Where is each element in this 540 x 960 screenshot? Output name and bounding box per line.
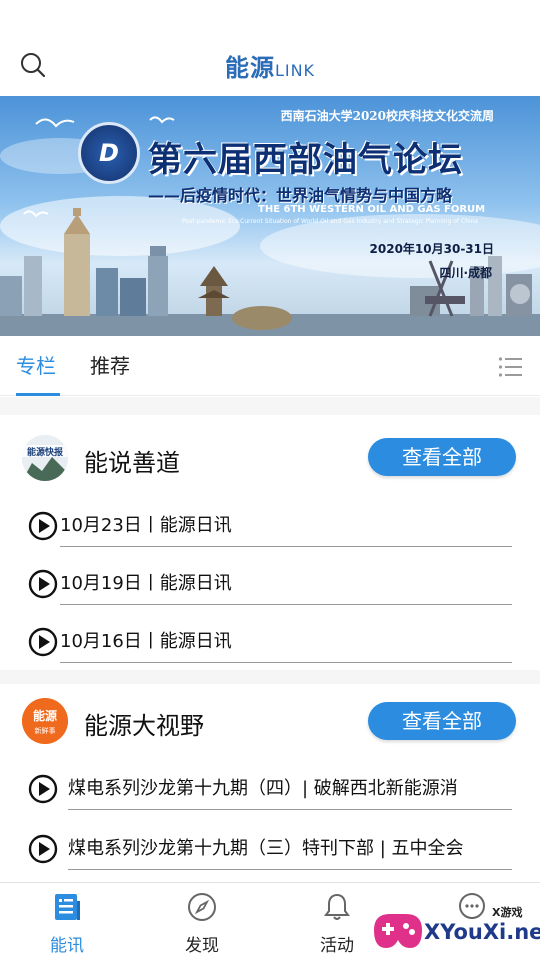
logo-en: LINK (274, 61, 316, 80)
gamepad-icon (374, 914, 422, 948)
forum-banner[interactable]: D 西南石油大学2020校庆科技文化交流周 第六届西部油气论坛 ——后疫情时代：… (0, 96, 540, 336)
list-item[interactable]: 10月19日丨能源日讯 (28, 563, 512, 609)
section-divider (0, 397, 540, 415)
nav-label: 活动 (320, 936, 354, 956)
news-icon (51, 891, 83, 923)
banner-theme: ——后疫情时代：世界油气情势与中国方略 (148, 186, 453, 205)
tab-recommend[interactable]: 推荐 (90, 350, 130, 396)
university-emblem: D (78, 122, 140, 184)
play-icon[interactable] (28, 834, 58, 864)
play-icon[interactable] (28, 774, 58, 804)
avatar-text: 能源 (33, 708, 57, 723)
watermark-cn: X游戏 (492, 906, 523, 919)
app-screen: 能源LINK D 西南石油大学2020校庆科技文化交流周 第六届西部油气论坛 —… (0, 0, 540, 960)
app-header: 能源LINK (0, 0, 540, 96)
play-icon[interactable] (28, 569, 58, 599)
avatar-text: 能源快报 (27, 446, 63, 458)
watermark-en: XYouXi.net (424, 920, 540, 944)
avatar-subtext: 新鲜事 (35, 726, 56, 735)
list-item-title: 煤电系列沙龙第十九期（三）特刊下部 | 五中全会 (68, 828, 512, 870)
nav-activities[interactable]: 活动 (297, 883, 377, 960)
list-item[interactable]: 10月16日丨能源日讯 (28, 621, 512, 667)
list-item[interactable]: 10月23日丨能源日讯 (28, 505, 512, 551)
view-all-button[interactable]: 查看全部 (368, 438, 516, 476)
tab-label: 专栏 (16, 354, 56, 378)
banner-english-subtitle: Post-pandemic Era:Current Situation of W… (182, 218, 479, 225)
section-nengyuan-dashiye: 能源 新鲜事 能源大视野 查看全部 煤电系列沙龙第十九期（四）| 破解西北新能源… (0, 684, 540, 882)
nav-discover[interactable]: 发现 (162, 883, 242, 960)
site-watermark: X游戏 XYouXi.net (368, 898, 540, 960)
play-icon[interactable] (28, 627, 58, 657)
list-item[interactable]: 煤电系列沙龙第十九期（四）| 破解西北新能源消 (28, 768, 512, 814)
view-all-button[interactable]: 查看全部 (368, 702, 516, 740)
nav-news[interactable]: 能讯 (27, 883, 107, 960)
play-icon[interactable] (28, 511, 58, 541)
app-logo: 能源LINK (0, 48, 540, 83)
nav-label: 能讯 (50, 936, 84, 956)
section-nengshuo: 能源快报 能说善道 查看全部 10月23日丨能源日讯 10月19日丨能源日讯 1… (0, 415, 540, 670)
list-item[interactable]: 煤电系列沙龙第十九期（三）特刊下部 | 五中全会 (28, 828, 512, 874)
banner-english-title: THE 6TH WESTERN OIL AND GAS FORUM (258, 204, 486, 215)
nengyuan-kuaibao-avatar: 能源快报 (22, 435, 68, 481)
nav-label: 发现 (185, 936, 219, 956)
tab-bar: 专栏 推荐 (0, 336, 540, 396)
section-divider (0, 670, 540, 684)
list-item-title: 10月23日丨能源日讯 (60, 505, 512, 547)
banner-title: 第六届西部油气论坛 (148, 140, 463, 180)
compass-icon (186, 891, 218, 923)
list-item-title: 10月16日丨能源日讯 (60, 621, 512, 663)
bell-icon (321, 891, 353, 923)
list-item-title: 煤电系列沙龙第十九期（四）| 破解西北新能源消 (68, 768, 512, 810)
logo-cn: 能源 (224, 54, 275, 82)
tab-label: 推荐 (90, 354, 130, 378)
list-menu-icon[interactable] (498, 356, 522, 378)
nengyuan-xinxianshi-avatar: 能源 新鲜事 (22, 698, 68, 744)
banner-organizer: 西南石油大学2020校庆科技文化交流周 (280, 109, 494, 123)
active-tab-indicator (16, 393, 60, 396)
section-title: 能源大视野 (84, 712, 204, 740)
banner-place: 四川·成都 (439, 266, 492, 280)
banner-date: 2020年10月30-31日 (369, 242, 494, 256)
list-item-title: 10月19日丨能源日讯 (60, 563, 512, 605)
section-title: 能说善道 (84, 449, 180, 477)
tab-columns[interactable]: 专栏 (16, 350, 60, 396)
